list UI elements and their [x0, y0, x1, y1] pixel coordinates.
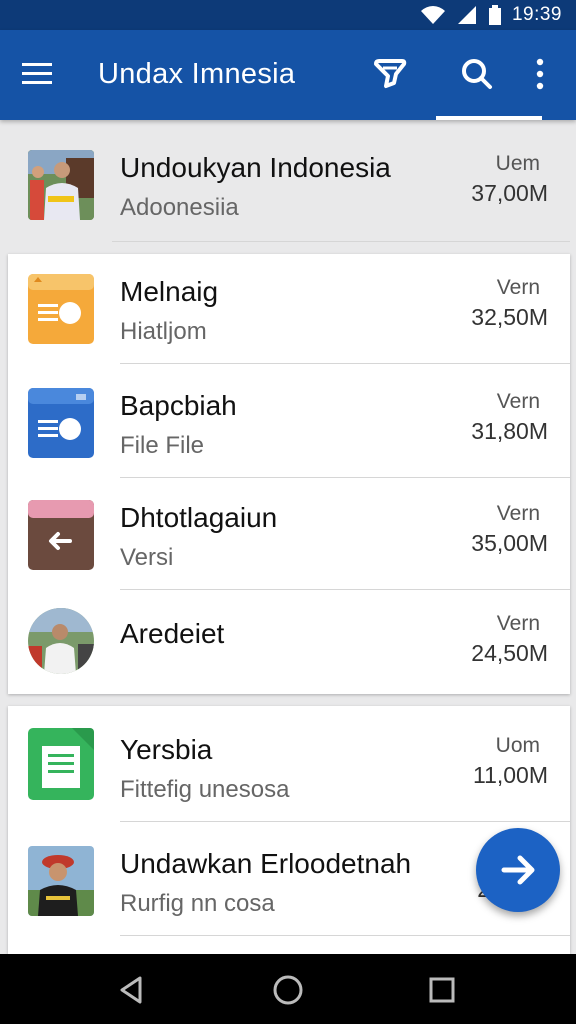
divider [120, 363, 570, 364]
more-vert-icon [536, 58, 544, 90]
item-name: Undawkan Erloodetnah [120, 848, 412, 879]
system-nav-bar [0, 954, 576, 1024]
photo-thumbnail [28, 150, 94, 220]
item-name: Melnaig [120, 276, 219, 307]
item-size: 24,50M [471, 640, 548, 666]
item-name: Dhtotlagaiun [120, 502, 278, 533]
item-name: Yersbia [120, 734, 213, 765]
item-subtitle: Rurfig nn cosa [120, 890, 275, 917]
list-item[interactable]: Aredeiet Vern 24,50M [8, 590, 570, 694]
item-version-label: Uom [495, 734, 540, 757]
item-subtitle: Hiatljom [120, 318, 207, 345]
cell-signal-icon [457, 6, 476, 24]
home-circle-icon [273, 975, 303, 1005]
search-icon [462, 59, 492, 89]
item-version-label: Vern [496, 612, 540, 635]
item-version-label: Vern [496, 276, 540, 299]
app-bar: Undax Imnesia [0, 30, 576, 120]
orange-folder-icon [28, 274, 94, 344]
item-size: 11,00M [472, 762, 548, 788]
list-item[interactable]: Yersbia Fittefig unesosa Uom 11,00M [8, 712, 570, 822]
recents-button[interactable] [424, 972, 460, 1008]
divider [112, 241, 570, 242]
list-item-header[interactable]: Undoukyan Indonesia Adoonesiia Uem 37,00… [8, 130, 570, 242]
item-subtitle: File File [120, 432, 205, 459]
filter-chat-icon [374, 59, 407, 88]
next-fab-button[interactable] [476, 828, 560, 912]
home-button[interactable] [270, 972, 306, 1008]
status-time: 19:39 [511, 4, 562, 25]
list-item[interactable]: Dhtotlagaiun Versi Vern 35,00M [8, 480, 570, 590]
item-version-label: Vern [496, 390, 540, 413]
item-name: Bapcbiah [120, 390, 237, 421]
item-subtitle: Versi [120, 544, 174, 571]
item-size: 31,80M [471, 418, 548, 444]
list-item[interactable]: Bapcbiah File File Vern 31,80M [8, 368, 570, 478]
green-document-icon [28, 728, 94, 800]
avatar-photo [28, 608, 94, 674]
app-title: Undax Imnesia [98, 58, 296, 90]
item-subtitle: Fittefig unesosa [120, 776, 290, 803]
back-triangle-icon [120, 976, 142, 1004]
hamburger-icon [22, 63, 52, 84]
item-size: 35,00M [471, 530, 548, 556]
status-bar: 19:39 [0, 0, 576, 30]
item-version-label: Uem [495, 152, 540, 175]
search-button[interactable] [455, 52, 499, 96]
app-group-card: Melnaig Hiatljom Vern 32,50M Bapcbiah Fi… [8, 254, 570, 694]
divider [120, 477, 570, 478]
battery-icon [488, 5, 501, 25]
list-item[interactable]: Melnaig Hiatljom Vern 32,50M [8, 254, 570, 364]
brown-folder-icon [28, 500, 94, 570]
blue-folder-icon [28, 388, 94, 458]
wifi-icon [420, 6, 445, 24]
filter-button[interactable] [368, 52, 412, 96]
item-size: 32,50M [471, 304, 548, 330]
item-name: Undoukyan Indonesia [120, 152, 391, 183]
item-version-label: Vern [496, 502, 540, 525]
menu-button[interactable] [22, 56, 66, 92]
item-subtitle: Adoonesiia [120, 194, 239, 221]
tab-indicator [436, 116, 542, 120]
back-button[interactable] [114, 972, 150, 1008]
recents-square-icon [429, 977, 455, 1003]
divider [120, 821, 570, 822]
divider [120, 935, 570, 936]
person-photo [28, 846, 94, 916]
overflow-menu-button[interactable] [518, 52, 558, 96]
item-name: Aredeiet [120, 618, 225, 649]
arrow-right-icon [501, 855, 535, 885]
item-size: 37,00M [471, 180, 548, 206]
